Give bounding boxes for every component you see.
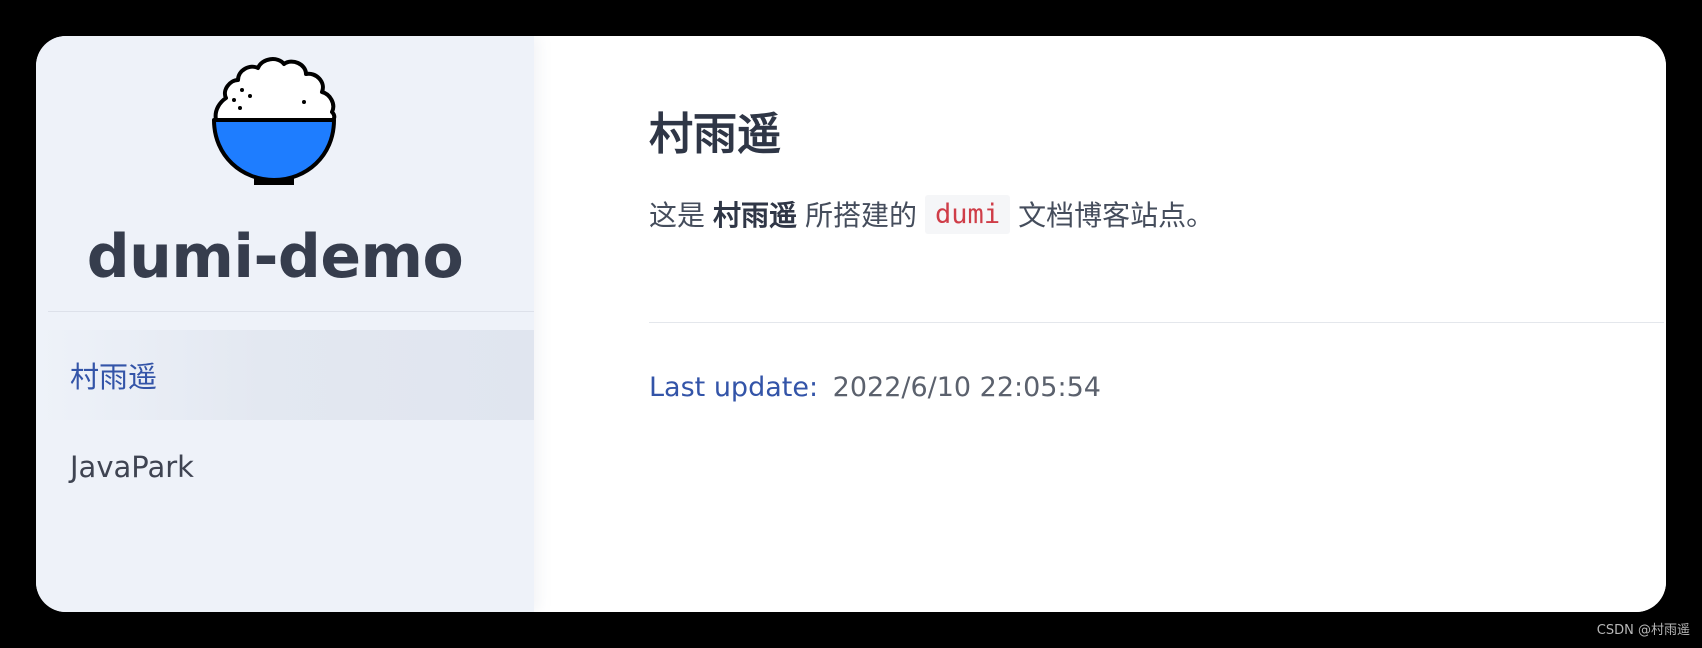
watermark: CSDN @村雨遥 <box>1596 623 1690 638</box>
intro-text-middle: 所搭建的 <box>805 199 918 232</box>
sidebar-item-javapark[interactable]: JavaPark <box>36 422 534 512</box>
last-update-label: Last update: <box>649 372 819 403</box>
main-content: 村雨遥 这是 村雨遥 所搭建的 dumi 文档博客站点。 Last update… <box>534 36 1666 612</box>
site-title[interactable]: dumi-demo <box>36 222 514 292</box>
sidebar-divider <box>48 311 534 312</box>
intro-text-after: 文档博客站点。 <box>1018 199 1215 232</box>
inline-code-dumi: dumi <box>925 194 1011 234</box>
app-window: dumi-demo 村雨遥 JavaPark 村雨遥 这是 村雨遥 所搭建的 d… <box>36 36 1666 612</box>
intro-paragraph: 这是 村雨遥 所搭建的 dumi 文档博客站点。 <box>649 194 1214 234</box>
page-title: 村雨遥 <box>649 109 781 160</box>
intro-author-name: 村雨遥 <box>713 199 798 232</box>
intro-text-before: 这是 <box>649 199 706 232</box>
last-update: Last update: 2022/6/10 22:05:54 <box>649 372 1101 403</box>
last-update-value: 2022/6/10 22:05:54 <box>832 372 1101 403</box>
content-divider <box>649 322 1664 323</box>
sidebar-item-cunyuyao[interactable]: 村雨遥 <box>36 330 534 420</box>
rice-bowl-icon[interactable] <box>206 52 342 188</box>
sidebar: dumi-demo 村雨遥 JavaPark <box>36 36 534 612</box>
